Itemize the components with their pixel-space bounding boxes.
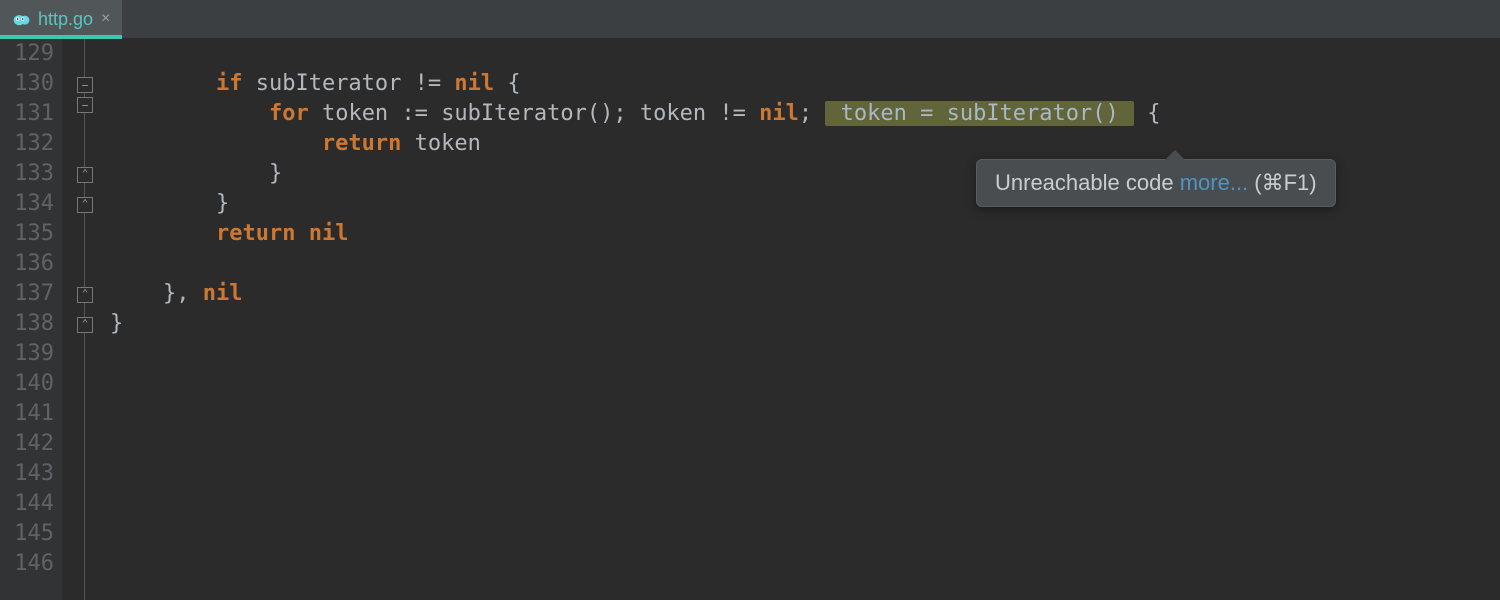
operator: := [401, 101, 428, 126]
fold-toggle-icon[interactable]: − [77, 97, 93, 113]
operator: != [415, 71, 442, 96]
brace: } [269, 161, 282, 186]
code-line[interactable] [110, 339, 1500, 369]
brace: } [216, 191, 229, 216]
fold-end-icon[interactable]: ⌃ [77, 167, 93, 183]
brace: { [494, 71, 521, 96]
tooltip-more-link[interactable]: more... [1180, 170, 1248, 195]
code-line[interactable] [110, 519, 1500, 549]
gutter: 129 130 131 132 133 134 135 136 137 138 … [0, 39, 62, 600]
fold-end-icon[interactable]: ⌃ [77, 287, 93, 303]
tab-title: http.go [38, 9, 93, 30]
line-number: 135 [0, 219, 54, 249]
line-number: 139 [0, 339, 54, 369]
tooltip-message: Unreachable code [995, 170, 1174, 195]
keyword-nil: nil [454, 71, 494, 96]
file-tab[interactable]: http.go × [0, 0, 122, 38]
line-number: 133 [0, 159, 54, 189]
keyword-nil: nil [203, 281, 243, 306]
editor[interactable]: 129 130 131 132 133 134 135 136 137 138 … [0, 39, 1500, 600]
code-line[interactable] [110, 39, 1500, 69]
keyword-for: for [269, 101, 309, 126]
parens: () [587, 101, 614, 126]
line-number: 140 [0, 369, 54, 399]
code-area[interactable]: if subIterator != nil { for token := sub… [110, 39, 1500, 600]
tab-bar: http.go × [0, 0, 1500, 39]
line-number: 146 [0, 549, 54, 579]
fold-toggle-icon[interactable]: − [77, 77, 93, 93]
code-line[interactable] [110, 369, 1500, 399]
identifier: token [415, 131, 481, 156]
code-line[interactable] [110, 489, 1500, 519]
line-number: 144 [0, 489, 54, 519]
code-line[interactable] [110, 549, 1500, 579]
code-line[interactable] [110, 249, 1500, 279]
keyword-return: return [216, 221, 295, 246]
code-line[interactable]: return token [110, 129, 1500, 159]
go-file-icon [12, 10, 30, 28]
code-line[interactable]: return nil [110, 219, 1500, 249]
keyword-nil: nil [759, 101, 799, 126]
line-number: 142 [0, 429, 54, 459]
fold-end-icon[interactable]: ⌃ [77, 317, 93, 333]
close-icon[interactable]: × [101, 10, 110, 28]
punct: }, [163, 281, 203, 306]
code-line[interactable]: } [110, 309, 1500, 339]
brace: { [1147, 101, 1160, 126]
tooltip-shortcut: (⌘F1) [1254, 170, 1316, 195]
identifier: token [640, 101, 706, 126]
identifier: token [322, 101, 388, 126]
semicolon: ; [613, 101, 626, 126]
line-number: 137 [0, 279, 54, 309]
operator: != [719, 101, 746, 126]
line-number: 130 [0, 69, 54, 99]
inspection-tooltip[interactable]: Unreachable code more... (⌘F1) [976, 159, 1336, 207]
brace: } [110, 311, 123, 336]
fold-column: − − ⌃ ⌃ ⌃ ⌃ [62, 39, 110, 600]
semicolon: ; [799, 101, 812, 126]
keyword-nil: nil [309, 221, 349, 246]
keyword-return: return [322, 131, 401, 156]
code-line[interactable] [110, 429, 1500, 459]
code-line[interactable]: if subIterator != nil { [110, 69, 1500, 99]
line-number: 134 [0, 189, 54, 219]
fold-end-icon[interactable]: ⌃ [77, 197, 93, 213]
line-number: 129 [0, 39, 54, 69]
line-number: 132 [0, 129, 54, 159]
line-number: 138 [0, 309, 54, 339]
code-line[interactable]: for token := subIterator(); token != nil… [110, 99, 1500, 129]
keyword-if: if [216, 71, 243, 96]
function-call: subIterator [441, 101, 587, 126]
line-number: 131 [0, 99, 54, 129]
line-number: 143 [0, 459, 54, 489]
code-line[interactable] [110, 399, 1500, 429]
identifier: subIterator [256, 71, 402, 96]
line-number: 141 [0, 399, 54, 429]
line-number: 136 [0, 249, 54, 279]
line-number: 145 [0, 519, 54, 549]
code-line[interactable]: }, nil [110, 279, 1500, 309]
code-line[interactable] [110, 459, 1500, 489]
unreachable-code-highlight[interactable]: token = subIterator() [825, 101, 1134, 126]
